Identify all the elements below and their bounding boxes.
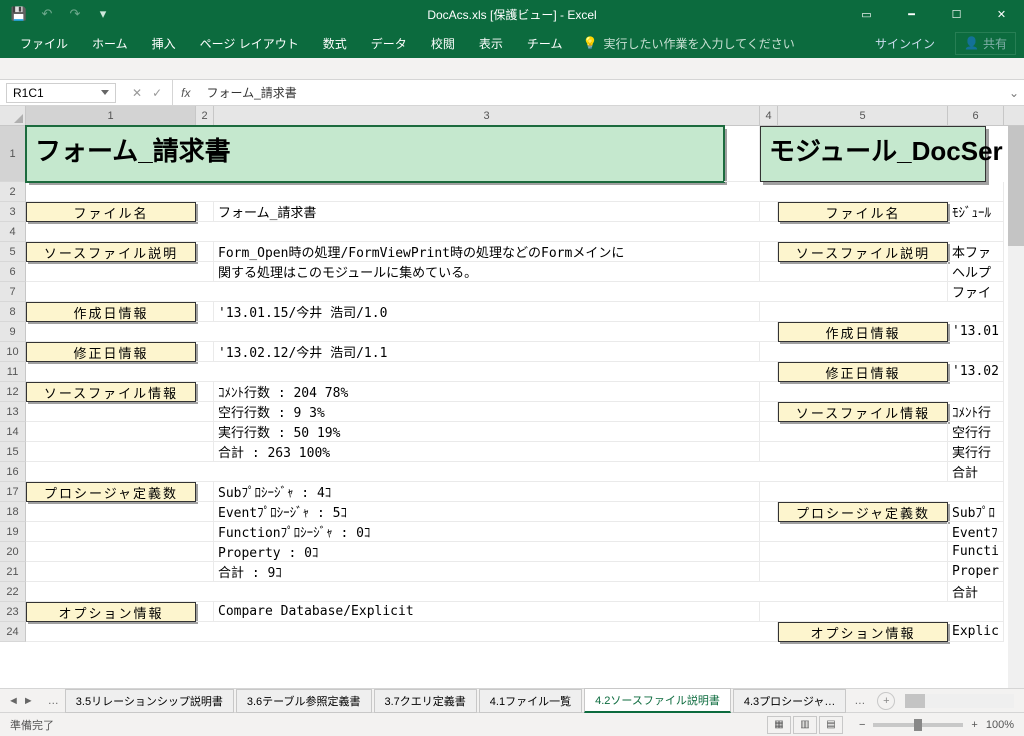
signin-link[interactable]: サインイン [875, 35, 935, 52]
formula-input[interactable]: フォーム_請求書 [198, 84, 1004, 101]
hscroll-thumb[interactable] [905, 694, 925, 708]
bulb-icon: 💡 [582, 36, 597, 50]
sheet-tabs-bar: ◄ ► … 3.5リレーションシップ説明書 3.6テーブル参照定義書 3.7クエ… [0, 688, 1024, 712]
name-box[interactable]: R1C1 [6, 83, 116, 103]
close-button[interactable]: ✕ [979, 0, 1024, 28]
label-modified-r[interactable]: 修正日情報 [778, 362, 948, 382]
maximize-button[interactable]: ☐ [934, 0, 979, 28]
formula-bar: R1C1 ✕ ✓ fx フォーム_請求書 ⌄ [0, 80, 1024, 106]
sheet-tab[interactable]: 4.3プロシージャ… [733, 689, 847, 713]
quick-access-toolbar: 💾 ↶ ↷ ▾ [0, 3, 114, 25]
value-srcdesc1-l[interactable]: Form_Open時の処理/FormViewPrint時の処理などのFormメイ… [214, 242, 760, 262]
label-created-r[interactable]: 作成日情報 [778, 322, 948, 342]
tell-me-search[interactable]: 💡 実行したい作業を入力してください [582, 35, 794, 52]
enter-formula-icon[interactable]: ✓ [152, 86, 162, 100]
label-option-l[interactable]: オプション情報 [26, 602, 196, 622]
fx-icon[interactable]: fx [173, 86, 198, 100]
ribbon-body-collapsed [0, 58, 1024, 80]
tab-review[interactable]: 校閲 [419, 29, 467, 58]
title-bar: 💾 ↶ ↷ ▾ DocAcs.xls [保護ビュー] - Excel ▭ ━ ☐… [0, 0, 1024, 28]
label-procdef-r[interactable]: プロシージャ定義数 [778, 502, 948, 522]
label-procdef-l[interactable]: プロシージャ定義数 [26, 482, 196, 502]
label-option-r[interactable]: オプション情報 [778, 622, 948, 642]
tab-file[interactable]: ファイル [8, 29, 80, 58]
zoom-out-button[interactable]: − [859, 719, 865, 731]
label-srcdesc-r[interactable]: ソースファイル説明 [778, 242, 948, 262]
tab-pagelayout[interactable]: ページ レイアウト [188, 29, 311, 58]
window-title: DocAcs.xls [保護ビュー] - Excel [427, 6, 596, 23]
tab-team[interactable]: チーム [515, 29, 575, 58]
colhdr-5[interactable]: 5 [778, 106, 948, 125]
sheet-tab[interactable]: 3.6テーブル参照定義書 [236, 689, 372, 713]
column-headers: 1 2 3 4 5 6 [0, 106, 1024, 126]
tab-insert[interactable]: 挿入 [140, 29, 188, 58]
redo-icon[interactable]: ↷ [64, 3, 86, 25]
colhdr-6[interactable]: 6 [948, 106, 1004, 125]
qat-dropdown-icon[interactable]: ▾ [92, 3, 114, 25]
sheet-tab[interactable]: 4.1ファイル一覧 [479, 689, 582, 713]
label-created-l[interactable]: 作成日情報 [26, 302, 196, 322]
sheet-tab-active[interactable]: 4.2ソースファイル説明書 [584, 688, 731, 713]
sheet-nav-prev-icon[interactable]: ◄ [8, 695, 19, 707]
colhdr-4[interactable]: 4 [760, 106, 778, 125]
view-pagelayout-icon[interactable]: ▥ [793, 716, 817, 734]
tab-formulas[interactable]: 数式 [311, 29, 359, 58]
sheet-overflow-left[interactable]: … [42, 695, 65, 707]
status-ready: 準備完了 [10, 717, 54, 733]
window-controls: ▭ ━ ☐ ✕ [844, 0, 1024, 28]
section-header-left[interactable]: フォーム_請求書 [26, 126, 724, 182]
colhdr-1[interactable]: 1 [26, 106, 196, 125]
vscroll-thumb[interactable] [1008, 126, 1024, 246]
view-normal-icon[interactable]: ▦ [767, 716, 791, 734]
tab-view[interactable]: 表示 [467, 29, 515, 58]
label-srcdesc-l[interactable]: ソースファイル説明 [26, 242, 196, 262]
view-pagebreak-icon[interactable]: ▤ [819, 716, 843, 734]
colhdr-2[interactable]: 2 [196, 106, 214, 125]
sheet-tab[interactable]: 3.7クエリ定義書 [374, 689, 477, 713]
ribbon-tabs: ファイル ホーム 挿入 ページ レイアウト 数式 データ 校閲 表示 チーム 💡… [0, 28, 1024, 58]
sheet-nav-next-icon[interactable]: ► [23, 695, 34, 707]
share-icon: 👤 [964, 36, 979, 50]
value-filename-r[interactable]: ﾓｼﾞｭｰﾙ [948, 202, 1004, 222]
search-placeholder: 実行したい作業を入力してください [603, 35, 794, 52]
label-srcinfo-l[interactable]: ソースファイル情報 [26, 382, 196, 402]
value-filename-l[interactable]: フォーム_請求書 [214, 202, 760, 222]
colhdr-3[interactable]: 3 [214, 106, 760, 125]
rowhdr-1[interactable]: 1 [0, 126, 26, 182]
undo-icon[interactable]: ↶ [36, 3, 58, 25]
zoom-level[interactable]: 100% [986, 719, 1014, 731]
sheet-overflow-right[interactable]: … [848, 695, 871, 707]
sheet-tab[interactable]: 3.5リレーションシップ説明書 [65, 689, 234, 713]
share-button[interactable]: 👤 共有 [955, 32, 1016, 55]
label-filename-r[interactable]: ファイル名 [778, 202, 948, 222]
ribbon-display-icon[interactable]: ▭ [844, 0, 889, 28]
minimize-button[interactable]: ━ [889, 0, 934, 28]
label-srcinfo-r[interactable]: ソースファイル情報 [778, 402, 948, 422]
vertical-scrollbar[interactable] [1008, 126, 1024, 688]
zoom-in-button[interactable]: + [971, 719, 977, 731]
horizontal-scrollbar[interactable] [905, 694, 1014, 708]
add-sheet-button[interactable]: + [877, 692, 895, 710]
label-filename-l[interactable]: ファイル名 [26, 202, 196, 222]
save-icon[interactable]: 💾 [8, 3, 30, 25]
label-modified-l[interactable]: 修正日情報 [26, 342, 196, 362]
zoom-slider[interactable] [873, 723, 963, 727]
section-header-right[interactable]: モジュール_DocSer [760, 126, 986, 182]
tab-home[interactable]: ホーム [80, 29, 140, 58]
spreadsheet-grid[interactable]: 1 2 3 4 5 6 1 フォーム_請求書 モジュール_DocSer 2 3 … [0, 106, 1024, 688]
tab-data[interactable]: データ [359, 29, 419, 58]
status-bar: 準備完了 ▦ ▥ ▤ − + 100% [0, 712, 1024, 736]
select-all-corner[interactable] [0, 106, 26, 125]
cancel-formula-icon[interactable]: ✕ [132, 86, 142, 100]
expand-formula-icon[interactable]: ⌄ [1004, 86, 1024, 100]
